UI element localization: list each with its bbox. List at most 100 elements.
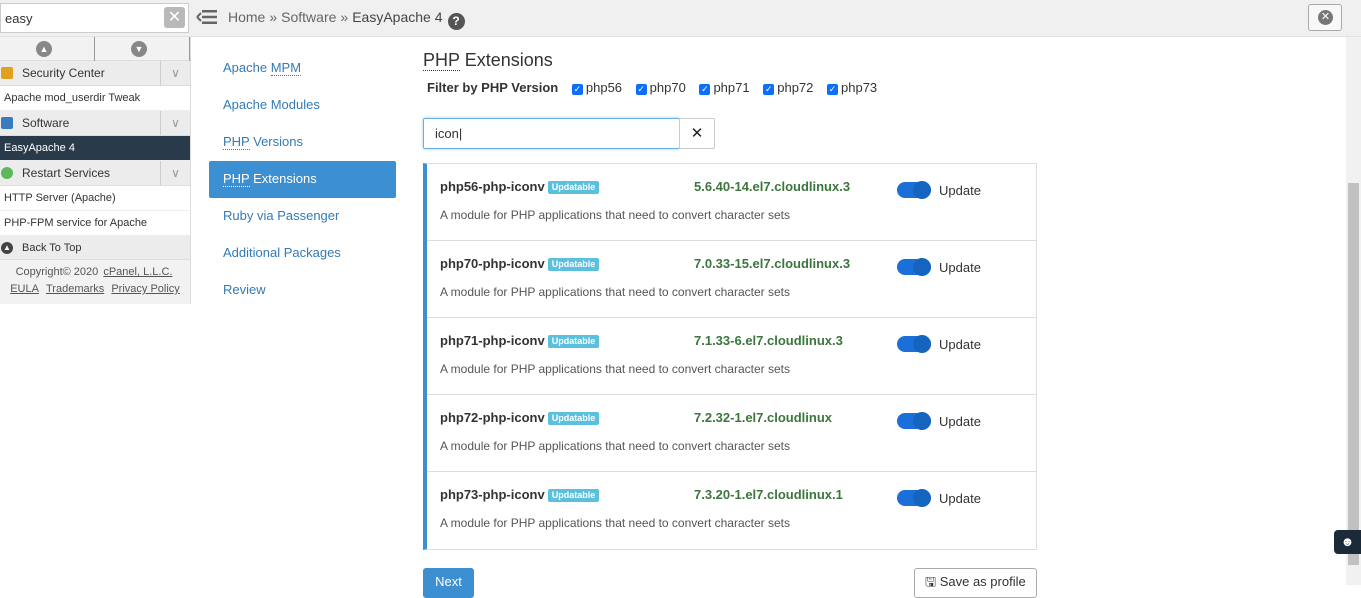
subnav-abbr: MPM: [271, 60, 301, 76]
checkbox-checked-icon[interactable]: ✓: [636, 84, 647, 95]
filter-option-label: php73: [841, 80, 877, 95]
page-title: PHP Extensions: [423, 50, 1037, 74]
scroll-up-button[interactable]: ▲: [0, 37, 95, 61]
filter-php71[interactable]: ✓php71: [699, 80, 749, 95]
sidebar-footer: Copyright© 2020 cPanel, L.L.C. EULA Trad…: [0, 260, 190, 298]
filter-option-label: php71: [713, 80, 749, 95]
sidebar-category-restart[interactable]: Restart Services ∨: [0, 161, 190, 186]
list-item: php71-php-iconvUpdatable 7.1.33-6.el7.cl…: [427, 318, 1036, 395]
clear-search-icon[interactable]: ✕: [164, 7, 185, 28]
extension-description: A module for PHP applications that need …: [440, 362, 790, 376]
page-scrollbar[interactable]: [1346, 37, 1361, 585]
checkbox-checked-icon[interactable]: ✓: [699, 84, 710, 95]
chat-icon[interactable]: ☻: [1334, 530, 1361, 554]
eula-link[interactable]: EULA: [10, 283, 39, 295]
sidebar-scroll-controls: ▲ ▼: [0, 37, 190, 61]
scroll-down-button[interactable]: ▼: [95, 37, 190, 61]
extension-list: php56-php-iconvUpdatable 5.6.40-14.el7.c…: [423, 163, 1037, 550]
sidebar: ▲ ▼ Security Center ∨ Apache mod_userdir…: [0, 37, 191, 304]
update-toggle-label: Update: [939, 337, 981, 352]
chevron-down-icon[interactable]: ∨: [160, 61, 190, 85]
extension-description: A module for PHP applications that need …: [440, 439, 790, 453]
chevron-up-icon: ▲: [36, 41, 52, 57]
trademarks-link[interactable]: Trademarks: [46, 283, 104, 295]
breadcrumb: Home»Software»EasyApache 4?: [228, 9, 465, 30]
close-icon: ✕: [1318, 10, 1333, 25]
list-item: php73-php-iconvUpdatable 7.3.20-1.el7.cl…: [427, 472, 1036, 549]
sidebar-search: ✕: [0, 3, 189, 33]
extension-name: php70-php-iconvUpdatable: [440, 256, 599, 271]
close-panel-button[interactable]: ✕: [1308, 4, 1342, 31]
update-toggle[interactable]: [897, 490, 931, 506]
extension-version: 5.6.40-14.el7.cloudlinux.3: [694, 179, 850, 194]
status-badge: Updatable: [548, 335, 600, 348]
breadcrumb-home[interactable]: Home: [228, 9, 265, 25]
filter-option-label: php70: [650, 80, 686, 95]
sidebar-item-phpfpm[interactable]: PHP-FPM service for Apache: [0, 211, 190, 236]
sidebar-item-http[interactable]: HTTP Server (Apache): [0, 186, 190, 211]
list-item: php70-php-iconvUpdatable 7.0.33-15.el7.c…: [427, 241, 1036, 318]
subnav-review[interactable]: Review: [209, 272, 396, 309]
sidebar-category-label: Software: [22, 116, 69, 130]
checkbox-checked-icon[interactable]: ✓: [763, 84, 774, 95]
update-toggle[interactable]: [897, 413, 931, 429]
save-icon: 🖫: [925, 574, 936, 589]
save-as-profile-button[interactable]: 🖫 Save as profile: [914, 568, 1037, 598]
status-badge: Updatable: [548, 258, 600, 271]
update-toggle[interactable]: [897, 336, 931, 352]
subnav-php-versions[interactable]: PHP Versions: [209, 124, 396, 161]
filter-label: Filter by PHP Version: [427, 80, 558, 95]
breadcrumb-software[interactable]: Software: [281, 9, 336, 25]
sidebar-category-label: Restart Services: [22, 166, 110, 180]
filter-option-label: php56: [586, 80, 622, 95]
breadcrumb-separator: »: [269, 9, 277, 25]
filter-php73[interactable]: ✓php73: [827, 80, 877, 95]
company-link[interactable]: cPanel, L.L.C.: [103, 266, 172, 278]
extension-name: php71-php-iconvUpdatable: [440, 333, 599, 348]
chevron-down-icon[interactable]: ∨: [160, 161, 190, 185]
close-icon: ✕: [691, 125, 704, 142]
extension-name: php72-php-iconvUpdatable: [440, 410, 599, 425]
sidebar-item-easyapache[interactable]: EasyApache 4: [0, 136, 190, 161]
subnav-php-extensions[interactable]: PHP Extensions: [209, 161, 396, 198]
update-toggle-label: Update: [939, 414, 981, 429]
filter-php72[interactable]: ✓php72: [763, 80, 813, 95]
sidebar-category-software[interactable]: Software ∨: [0, 111, 190, 136]
extension-name-text: php71-php-iconv: [440, 333, 545, 348]
subnav-additional-packages[interactable]: Additional Packages: [209, 235, 396, 272]
extension-version: 7.3.20-1.el7.cloudlinux.1: [694, 487, 843, 502]
list-item: php56-php-iconvUpdatable 5.6.40-14.el7.c…: [427, 164, 1036, 241]
breadcrumb-current: EasyApache 4: [352, 9, 442, 25]
back-to-top-label: Back To Top: [22, 242, 82, 254]
privacy-link[interactable]: Privacy Policy: [111, 283, 179, 295]
status-badge: Updatable: [548, 489, 600, 502]
checkbox-checked-icon[interactable]: ✓: [572, 84, 583, 95]
checkbox-checked-icon[interactable]: ✓: [827, 84, 838, 95]
extension-name: php56-php-iconvUpdatable: [440, 179, 599, 194]
clear-search-button[interactable]: ✕: [679, 118, 715, 149]
chevron-down-icon: ▼: [131, 41, 147, 57]
help-icon[interactable]: ?: [448, 13, 465, 30]
extension-name-text: php72-php-iconv: [440, 410, 545, 425]
update-toggle[interactable]: [897, 182, 931, 198]
subnav-label: Extensions: [250, 171, 317, 186]
sidebar-item-userdir[interactable]: Apache mod_userdir Tweak: [0, 86, 190, 111]
filter-php56[interactable]: ✓php56: [572, 80, 622, 95]
subnav-ruby[interactable]: Ruby via Passenger: [209, 198, 396, 235]
extension-version: 7.1.33-6.el7.cloudlinux.3: [694, 333, 843, 348]
breadcrumb-separator: »: [340, 9, 348, 25]
extension-description: A module for PHP applications that need …: [440, 516, 790, 530]
sidebar-search-input[interactable]: [1, 4, 151, 32]
next-button[interactable]: Next: [423, 568, 474, 598]
update-toggle[interactable]: [897, 259, 931, 275]
extension-name-text: php56-php-iconv: [440, 179, 545, 194]
subnav-apache-modules[interactable]: Apache Modules: [209, 87, 396, 124]
sidebar-category-security[interactable]: Security Center ∨: [0, 61, 190, 86]
toggle-navigation-icon[interactable]: [196, 7, 218, 27]
scrollbar-thumb[interactable]: [1348, 183, 1359, 565]
back-to-top-button[interactable]: ▲ Back To Top: [0, 236, 190, 260]
chevron-down-icon[interactable]: ∨: [160, 111, 190, 135]
subnav-apache-mpm[interactable]: Apache MPM: [209, 50, 396, 87]
extension-search-input[interactable]: icon|: [423, 118, 680, 149]
filter-php70[interactable]: ✓php70: [636, 80, 686, 95]
